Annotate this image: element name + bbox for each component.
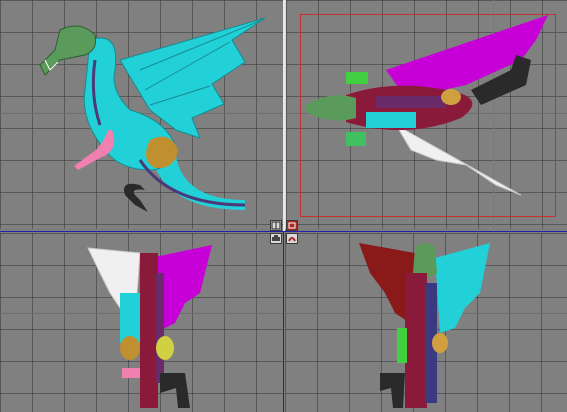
viewport-top[interactable]: [285, 0, 567, 229]
viewport-front[interactable]: [285, 233, 567, 412]
vertical-divider-lower[interactable]: [283, 231, 284, 412]
camera-icon[interactable]: [286, 233, 298, 244]
vertical-divider[interactable]: [283, 0, 285, 231]
maximize-icon[interactable]: [286, 220, 298, 231]
dragon-top-model[interactable]: [286, 0, 567, 229]
dragon-side-model[interactable]: [0, 0, 283, 229]
dragon-back-model[interactable]: [0, 233, 283, 412]
viewport-side[interactable]: [0, 0, 283, 229]
dragon-front-model[interactable]: [285, 233, 567, 412]
print-icon[interactable]: [270, 233, 282, 244]
viewport-layout-icon[interactable]: [270, 220, 282, 231]
viewport-back[interactable]: [0, 233, 283, 412]
